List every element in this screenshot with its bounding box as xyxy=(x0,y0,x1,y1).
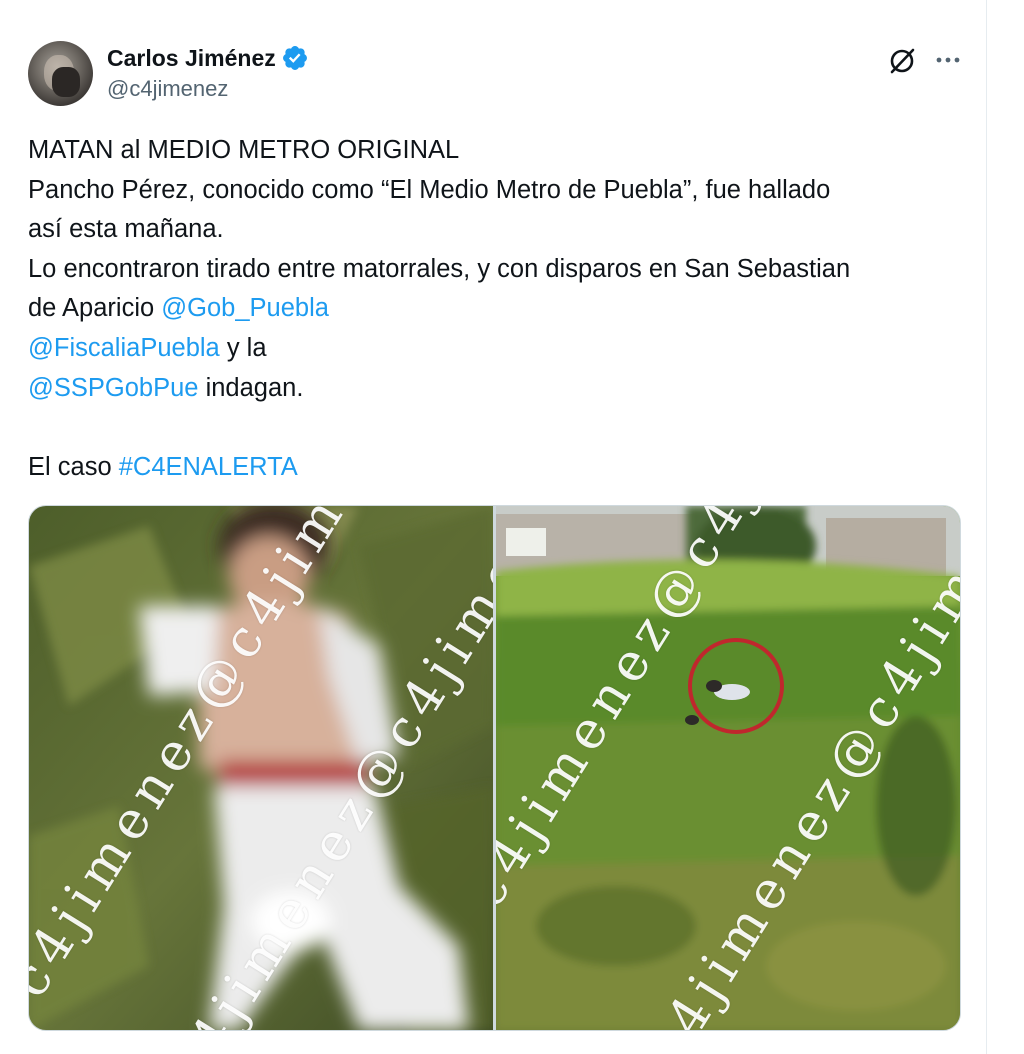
mention-gob-puebla[interactable]: @Gob_Puebla xyxy=(161,294,329,322)
photo-body-in-grass[interactable]: c4jimenez@c4jimenez@c4jimenez@ c4jimenez… xyxy=(29,506,493,1030)
tweet-text-segment: indagan. xyxy=(198,373,304,402)
more-options-icon[interactable] xyxy=(933,45,963,75)
grok-icon[interactable] xyxy=(887,46,917,76)
tweet-line-6: @FiscaliaPuebla y la xyxy=(28,329,968,369)
tweet-line-5: de Aparicio @Gob_Puebla xyxy=(28,289,968,329)
avatar[interactable] xyxy=(28,41,93,106)
hashtag-c4enalerta[interactable]: #C4ENALERTA xyxy=(119,453,298,481)
tweet-line-7: @SSPGobPue indagan. xyxy=(28,369,968,409)
mention-ssp-gob-pue[interactable]: @SSPGobPue xyxy=(28,374,198,402)
verified-badge-icon[interactable] xyxy=(281,44,309,72)
mention-fiscalia-puebla[interactable]: @FiscaliaPuebla xyxy=(28,334,220,362)
author-handle[interactable]: @c4jimenez xyxy=(107,74,309,104)
tweet-line-4: Lo encontraron tirado entre matorrales, … xyxy=(28,254,851,283)
tweet-text-segment: y la xyxy=(219,333,267,362)
tweet-text-segment: de Aparicio xyxy=(28,294,162,323)
author-name-row: Carlos Jiménez xyxy=(107,44,309,72)
photo-field-red-circle[interactable]: c4jimenez@c4jimenez@c4jimenez@ c4jimenez… xyxy=(496,506,960,1030)
timeline-border xyxy=(986,0,987,1054)
avatar-hand xyxy=(52,67,80,97)
tweet-header: Carlos Jiménez @c4jimenez xyxy=(28,41,968,107)
tweet-text: MATAN al MEDIO METRO ORIGINAL Pancho Pér… xyxy=(28,131,968,487)
tweet-text-segment: El caso xyxy=(28,452,119,481)
author-block: Carlos Jiménez @c4jimenez xyxy=(107,44,309,104)
media-grid: c4jimenez@c4jimenez@c4jimenez@ c4jimenez… xyxy=(28,505,961,1031)
author-name[interactable]: Carlos Jiménez xyxy=(107,44,276,72)
tweet-line-1: MATAN al MEDIO METRO ORIGINAL xyxy=(28,136,460,164)
tweet-line-2: Pancho Pérez, conocido como “El Medio Me… xyxy=(28,175,831,204)
tweet-line-9: El caso #C4ENALERTA xyxy=(28,448,968,488)
tweet-line-3: así esta mañana. xyxy=(28,215,224,244)
